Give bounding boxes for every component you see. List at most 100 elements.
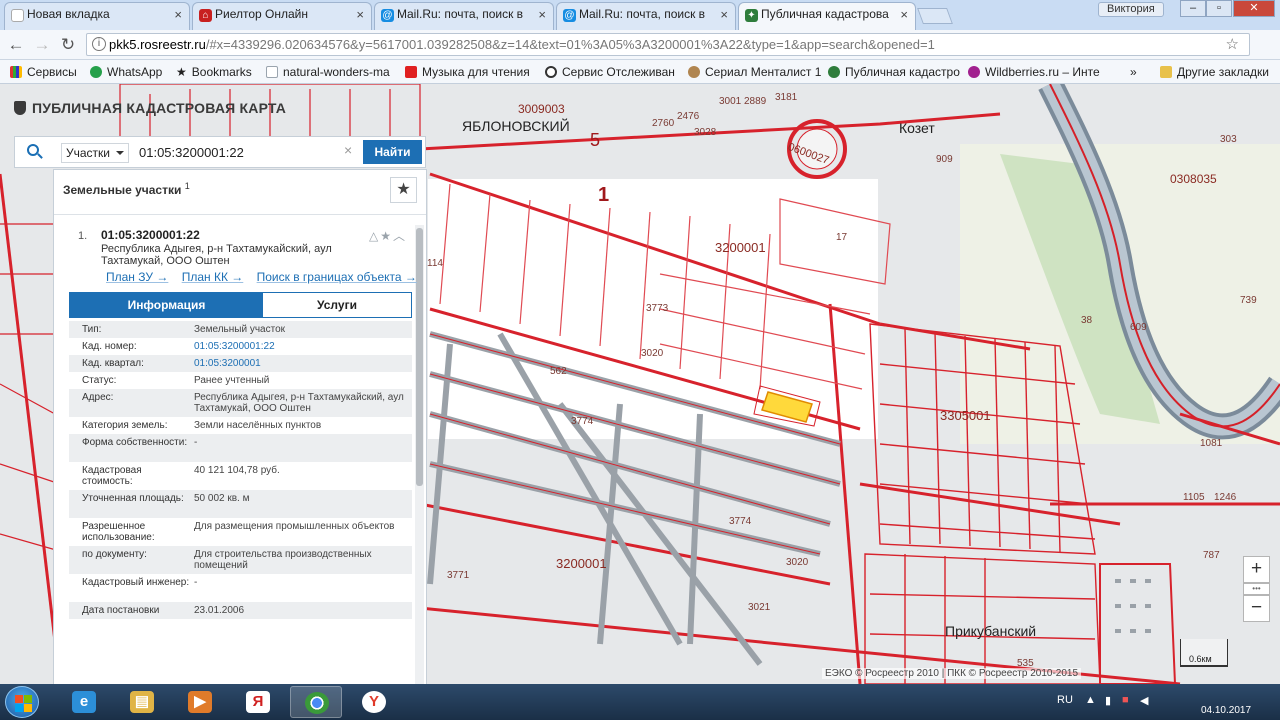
map-copyright: ЕЭКО © Росреестр 2010 | ПКК © Росреестр … <box>822 668 1082 679</box>
taskbar-app[interactable]: e <box>58 686 110 718</box>
tab-label: Новая вкладка <box>27 7 110 21</box>
property-value-link[interactable]: 01:05:3200001:22 <box>194 341 404 352</box>
browser-tab-5-active[interactable]: ✦ Публичная кадастрова × <box>738 2 916 30</box>
search-icon[interactable] <box>15 137 55 167</box>
cadastral-map[interactable]: ПУБЛИЧНАЯ КАДАСТРОВАЯ КАРТА ЯБЛОНОВСКИЙ … <box>0 84 1280 684</box>
forward-arrow-icon[interactable]: → <box>32 35 52 55</box>
profile-button[interactable]: Виктория <box>1098 2 1164 17</box>
map-label-parcel: 3020 <box>786 557 809 568</box>
language-indicator[interactable]: RU <box>1057 694 1073 706</box>
bookmark-mentalist[interactable]: Сериал Менталист 1 <box>688 65 821 79</box>
system-date[interactable]: 04.10.2017 <box>1186 704 1266 718</box>
close-tab-icon[interactable]: × <box>174 7 182 22</box>
zoom-in-button[interactable]: + <box>1243 556 1270 583</box>
property-row: Кад. номер: 01:05:3200001:22 <box>69 338 412 355</box>
map-label-parcel: 3001 <box>719 96 742 107</box>
map-label-parcel: 3028 <box>694 127 717 138</box>
site-info-icon[interactable]: i <box>92 37 106 51</box>
map-label-prikubansky: Прикубанский <box>945 623 1037 639</box>
bookmark-star-icon[interactable]: ☆ <box>1226 34 1239 55</box>
new-tab-button[interactable] <box>917 8 953 24</box>
property-value-link[interactable]: 01:05:3200001 <box>194 358 404 369</box>
bookmark-label: Другие закладки <box>1177 65 1269 79</box>
plan-zu-link[interactable]: План ЗУ → <box>106 270 168 284</box>
bookmark-bookmarks[interactable]: ★ Bookmarks <box>176 65 252 79</box>
tab-services[interactable]: Услуги <box>263 293 411 317</box>
browser-tab-4[interactable]: @ Mail.Ru: почта, поиск в × <box>556 2 736 30</box>
bookmark-whatsapp[interactable]: WhatsApp <box>90 65 162 79</box>
taskbar-app[interactable]: Y <box>348 686 400 718</box>
search-type-label: Участки <box>66 146 110 160</box>
property-key: по документу: <box>82 549 147 560</box>
reload-icon[interactable]: ↻ <box>58 35 78 55</box>
apps-grid-icon <box>10 66 22 78</box>
map-label-parcel: 739 <box>1240 295 1257 306</box>
media-player-icon: ▶ <box>188 691 212 713</box>
taskbar-app[interactable]: ▶ <box>174 686 226 718</box>
property-row: Тип: Земельный участок <box>69 321 412 338</box>
search-in-bounds-link[interactable]: Поиск в границах объекта → <box>257 270 417 284</box>
more-bookmarks-chevron[interactable]: » <box>1130 65 1137 79</box>
property-value: Ранее учтенный <box>194 375 270 386</box>
map-label-quarter: 3200001 <box>715 240 766 255</box>
result-action-icons[interactable]: △★︿ <box>369 227 407 244</box>
minimize-button[interactable]: – <box>1180 0 1206 17</box>
zoom-out-button[interactable]: − <box>1243 595 1270 622</box>
browser-tab-1[interactable]: Новая вкладка × <box>4 2 190 30</box>
find-button[interactable]: Найти <box>363 140 422 164</box>
yandex-icon: Я <box>246 691 270 713</box>
scrollbar-thumb[interactable] <box>416 228 423 486</box>
bookmark-wildberries[interactable]: Wildberries.ru – Инте <box>968 65 1100 79</box>
windows-taskbar: e ▤ ▶ Я Y RU ▲ ▮ ■ ◀ <box>0 684 1280 720</box>
zoom-level-dots[interactable]: ••• <box>1243 583 1270 595</box>
youtube-icon <box>405 66 417 78</box>
clear-search-icon[interactable]: × <box>344 142 352 158</box>
bookmark-tracking[interactable]: Сервис Отслеживан <box>545 65 675 79</box>
map-label-parcel: 1081 <box>1200 438 1223 449</box>
taskbar-app[interactable]: ▤ <box>116 686 168 718</box>
bookmark-other[interactable]: Другие закладки <box>1160 65 1269 79</box>
taskbar-app-active[interactable] <box>290 686 342 718</box>
results-title-text: Земельные участки <box>63 183 182 197</box>
map-label-parcel: 3020 <box>641 348 664 359</box>
taskbar-app[interactable]: Я <box>232 686 284 718</box>
property-value: - <box>194 437 198 448</box>
property-row: Статус: Ранее учтенный <box>69 372 412 389</box>
bookmark-natural-wonders[interactable]: natural-wonders-ma <box>266 65 390 79</box>
close-window-button[interactable]: ✕ <box>1233 0 1275 17</box>
tab-label: Mail.Ru: почта, поиск в <box>579 7 706 21</box>
blank-page-icon <box>11 9 24 22</box>
url-host: pkk5.rosreestr.ru <box>109 37 206 52</box>
property-key: Кадастровый инженер: <box>82 577 190 588</box>
tray-expand-icon[interactable]: ▲ <box>1085 694 1096 706</box>
search-input[interactable]: 01:05:3200001:22 <box>133 141 359 165</box>
property-key: Форма собственности: <box>82 437 188 448</box>
start-button[interactable] <box>5 686 39 718</box>
tab-information[interactable]: Информация <box>70 293 263 317</box>
close-tab-icon[interactable]: × <box>356 7 364 22</box>
tab-label: Риелтор Онлайн <box>215 7 308 21</box>
bookmark-rosreestr[interactable]: Публичная кадастро <box>828 65 960 79</box>
property-key: Разрешенное использование: <box>82 521 155 543</box>
search-type-select[interactable]: Участки <box>61 143 129 163</box>
browser-tab-3[interactable]: @ Mail.Ru: почта, поиск в × <box>374 2 554 30</box>
close-tab-icon[interactable]: × <box>900 7 908 22</box>
bookmark-music[interactable]: Музыка для чтения <box>405 65 530 79</box>
plan-kk-link[interactable]: План КК → <box>182 270 244 284</box>
map-label-parcel: 114 <box>427 258 443 269</box>
map-label-parcel: 1105 <box>1183 492 1205 503</box>
volume-icon[interactable]: ◀ <box>1140 694 1148 707</box>
bookmarks-bar: Сервисы WhatsApp ★ Bookmarks natural-wond… <box>0 60 1280 84</box>
address-bar[interactable]: i pkk5.rosreestr.ru/#x=4339296.020634576… <box>86 33 1250 56</box>
back-arrow-icon[interactable]: ← <box>6 35 26 55</box>
network-icon[interactable]: ▮ <box>1105 694 1111 707</box>
close-tab-icon[interactable]: × <box>720 7 728 22</box>
bookmark-label: Wildberries.ru – Инте <box>985 65 1100 79</box>
browser-tab-2[interactable]: ⌂ Риелтор Онлайн × <box>192 2 372 30</box>
close-tab-icon[interactable]: × <box>538 7 546 22</box>
tray-alert-icon[interactable]: ■ <box>1122 694 1129 706</box>
bookmark-services[interactable]: Сервисы <box>10 65 77 79</box>
maximize-button[interactable]: ▫ <box>1206 0 1232 17</box>
property-value: Республика Адыгея, р-н Тахтамукайский, а… <box>194 392 404 414</box>
favorite-star-button[interactable]: ★ <box>390 177 417 203</box>
